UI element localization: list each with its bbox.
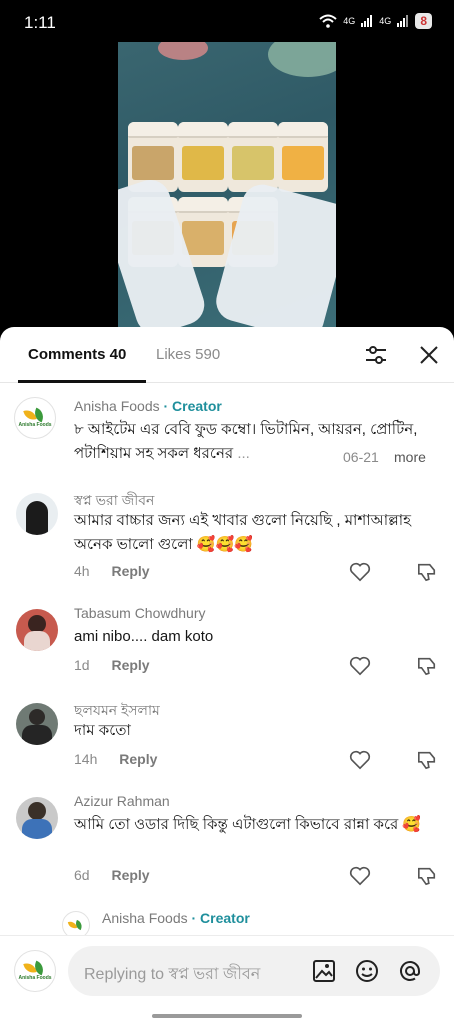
battery-icon: 8 — [415, 13, 432, 29]
logo-icon — [25, 409, 45, 421]
creator-badge: · Creator — [191, 910, 250, 926]
avatar[interactable] — [16, 609, 58, 651]
comment-username[interactable]: Anisha Foods · Creator — [102, 910, 250, 926]
tab-comments[interactable]: Comments 40 — [28, 346, 126, 363]
filter-icon[interactable] — [364, 344, 388, 366]
avatar[interactable] — [16, 797, 58, 839]
dislike-icon[interactable] — [416, 656, 438, 676]
heart-icon[interactable] — [349, 750, 371, 770]
comment-age: 4h — [74, 563, 90, 579]
dislike-icon[interactable] — [416, 866, 438, 886]
input-placeholder: Replying to স্বপ্ন ভরা জীবন — [84, 966, 261, 983]
comment-meta: 1d Reply — [74, 657, 150, 673]
comment-username[interactable]: Azizur Rahman — [74, 793, 170, 809]
comment-age: 1d — [74, 657, 90, 673]
comment-age: 14h — [74, 751, 98, 767]
comment-age: 6d — [74, 867, 90, 883]
dislike-icon[interactable] — [416, 750, 438, 770]
avatar-logo-text: Anisha Foods — [18, 974, 52, 981]
dislike-icon[interactable] — [416, 562, 438, 582]
avatar[interactable]: Anisha Foods — [14, 397, 56, 439]
reply-button[interactable]: Reply — [111, 563, 149, 579]
creator-badge: · Creator — [163, 398, 222, 414]
image-icon[interactable] — [312, 959, 336, 983]
network-label-1: 4G — [343, 16, 356, 26]
comment-username[interactable]: Anisha Foods · Creator — [74, 398, 222, 414]
comment-meta: 4h Reply — [74, 563, 150, 579]
comments-sheet: Comments 40 Likes 590 Anisha Foods Anish… — [0, 327, 454, 1024]
avatar-logo-text: Anisha Foods — [18, 421, 52, 428]
comment-meta: 6d Reply — [74, 867, 150, 883]
signal-icon — [361, 15, 373, 27]
heart-icon[interactable] — [349, 866, 371, 886]
status-bar: 1:11 4G 4G 8 — [0, 0, 454, 44]
comment-text: আমি তো ওডার দিছি কিন্তু এটাগুলো কিভাবে র… — [74, 816, 422, 833]
reply-button[interactable]: Reply — [119, 751, 157, 767]
signal-icon — [397, 15, 409, 27]
active-tab-indicator — [18, 380, 146, 383]
reply-bar: Anisha Foods Replying to স্বপ্ন ভরা জীবন — [0, 935, 454, 1024]
mention-icon[interactable] — [398, 959, 422, 983]
logo-icon — [25, 962, 45, 974]
tab-likes[interactable]: Likes 590 — [156, 346, 220, 363]
avatar[interactable] — [16, 493, 58, 535]
heart-icon[interactable] — [349, 562, 371, 582]
tab-bar: Comments 40 Likes 590 — [0, 327, 454, 383]
more-link[interactable]: more — [394, 449, 426, 465]
reply-button[interactable]: Reply — [111, 657, 149, 673]
close-icon[interactable] — [418, 344, 440, 366]
avatar[interactable] — [16, 703, 58, 745]
my-avatar: Anisha Foods — [14, 950, 56, 992]
comment-input[interactable]: Replying to স্বপ্ন ভরা জীবন — [68, 946, 440, 996]
logo-icon — [69, 921, 83, 929]
emoji-icon[interactable] — [355, 959, 379, 983]
reply-button[interactable]: Reply — [111, 867, 149, 883]
wifi-icon — [319, 14, 337, 28]
comment-text: ami nibo.... dam koto — [74, 628, 214, 645]
comment-meta: 14h Reply — [74, 751, 157, 767]
heart-icon[interactable] — [349, 656, 371, 676]
video-preview[interactable] — [118, 42, 336, 332]
comment-username[interactable]: Tabasum Chowdhury — [74, 605, 206, 621]
network-label-2: 4G — [379, 16, 392, 26]
comment-text: আমার বাচ্চার জন্য এই খাবার গুলো নিয়েছি … — [74, 512, 411, 553]
home-indicator — [152, 1014, 302, 1018]
comment-date: 06-21 — [343, 449, 379, 465]
comment-text: দাম কতো — [74, 722, 131, 739]
status-icons: 4G 4G 8 — [319, 13, 432, 29]
status-time: 1:11 — [24, 13, 56, 32]
